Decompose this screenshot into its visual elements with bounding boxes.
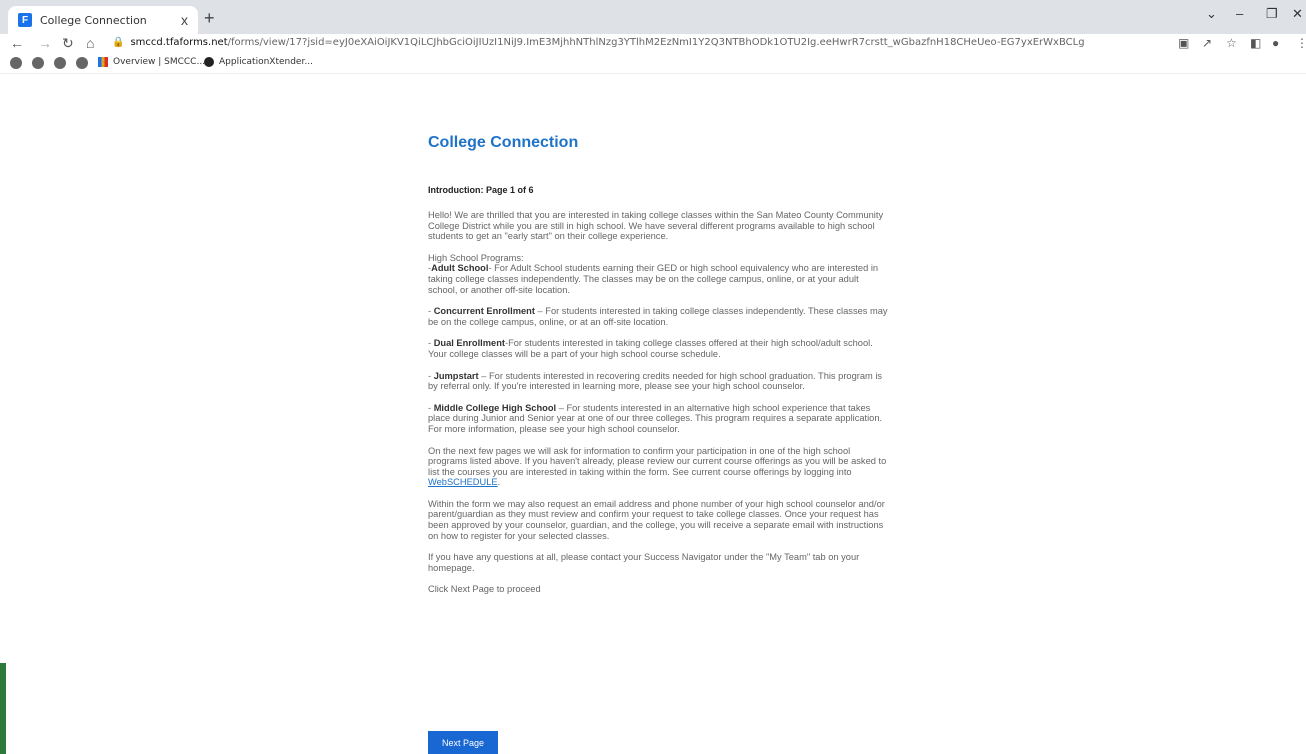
program-jumpstart: - Jumpstart – For students interested in… [428, 371, 888, 392]
close-tab-icon[interactable]: x [181, 12, 188, 28]
profile-avatar-icon[interactable]: ● [1272, 34, 1279, 52]
email-paragraph: Within the form we may also request an e… [428, 498, 885, 541]
forward-arrow-icon[interactable]: → [38, 34, 52, 52]
next-page-button[interactable]: Next Page [428, 731, 498, 754]
bookmark-star-icon[interactable]: ☆ [1226, 34, 1237, 52]
lock-icon: 🔒 [112, 37, 125, 48]
program-desc: - For Adult School students earning thei… [428, 263, 879, 295]
bookmark-overview[interactable]: Overview | SMCCC... [98, 57, 205, 67]
bookmark-globe-icon[interactable] [32, 57, 44, 69]
bookmark-label: ApplicationXtender... [219, 57, 313, 67]
bookmarks-bar: Overview | SMCCC... ApplicationXtender..… [0, 54, 1306, 74]
browser-tab[interactable]: F College Connection x [8, 6, 198, 34]
program-name: Middle College High School [433, 402, 557, 413]
menu-kebab-icon[interactable]: ⋮ [1296, 34, 1306, 52]
form-favicon-icon: F [18, 13, 32, 27]
share-icon[interactable]: ↗ [1202, 34, 1212, 52]
form-content: College Connection Introduction: Page 1 … [428, 132, 888, 595]
url-domain: smccd.tfaforms.net [130, 37, 228, 48]
program-desc: – For students interested in recovering … [428, 370, 883, 392]
proceed-text: Click Next Page to proceed [428, 584, 541, 595]
webschedule-link[interactable]: WebSCHEDULE [428, 477, 498, 487]
address-bar[interactable]: 🔒 smccd.tfaforms.net/forms/view/17?jsid=e… [112, 34, 1152, 52]
next-pages-paragraph: On the next few pages we will ask for in… [428, 446, 888, 488]
bookmark-globe-icon[interactable] [76, 57, 88, 69]
program-name: Dual Enrollment [433, 338, 505, 349]
back-arrow-icon[interactable]: ← [10, 34, 24, 52]
program-concurrent: - Concurrent Enrollment – For students i… [428, 306, 888, 327]
browser-toolbar: ← → ↻ ⌂ 🔒 smccd.tfaforms.net/forms/view/1… [0, 34, 1306, 54]
programs-block: High School Programs: -Adult School- For… [428, 253, 888, 295]
reload-icon[interactable]: ↻ [62, 34, 74, 52]
bookmark-globe-icon[interactable] [10, 57, 22, 69]
translate-icon[interactable]: ▣ [1178, 34, 1189, 52]
minimize-icon[interactable]: – [1236, 6, 1243, 21]
program-middle-college: - Middle College High School – For stude… [428, 403, 888, 435]
side-accent-bar [0, 663, 6, 754]
program-dual: - Dual Enrollment-For students intereste… [428, 338, 888, 359]
tab-title: College Connection [40, 13, 147, 27]
bookmark-globe-icon[interactable] [54, 57, 66, 69]
close-window-icon[interactable]: ✕ [1292, 6, 1303, 22]
program-name: Adult School [431, 263, 489, 274]
bookmark-applicationxtender[interactable]: ApplicationXtender... [204, 57, 313, 67]
questions-paragraph: If you have any questions at all, please… [428, 552, 860, 573]
bar-chart-icon [98, 57, 108, 67]
page-indicator: Introduction: Page 1 of 6 [428, 185, 534, 195]
bookmark-label: Overview | SMCCC... [113, 57, 206, 67]
tab-strip: F College Connection x + ⌄ – ❐ ✕ [0, 0, 1306, 34]
restore-icon[interactable]: ❐ [1266, 6, 1278, 22]
url-path: /forms/view/17?jsid=eyJ0eXAiOiJKV1QiLCJh… [227, 37, 1085, 48]
programs-heading: High School Programs: [428, 252, 524, 263]
paragraph-text: On the next few pages we will ask for in… [428, 445, 887, 477]
form-title: College Connection [428, 134, 579, 151]
program-adult: -Adult School- For Adult School students… [428, 263, 888, 295]
program-name: Jumpstart [433, 370, 479, 381]
home-icon[interactable]: ⌂ [86, 34, 94, 52]
tab-search-icon[interactable]: ⌄ [1206, 6, 1217, 22]
intro-paragraph: Hello! We are thrilled that you are inte… [428, 210, 884, 242]
app-icon [204, 57, 214, 67]
program-name: Concurrent Enrollment [433, 306, 535, 317]
paragraph-end: . [497, 477, 501, 488]
side-panel-icon[interactable]: ◧ [1250, 34, 1261, 52]
new-tab-button[interactable]: + [204, 8, 215, 29]
